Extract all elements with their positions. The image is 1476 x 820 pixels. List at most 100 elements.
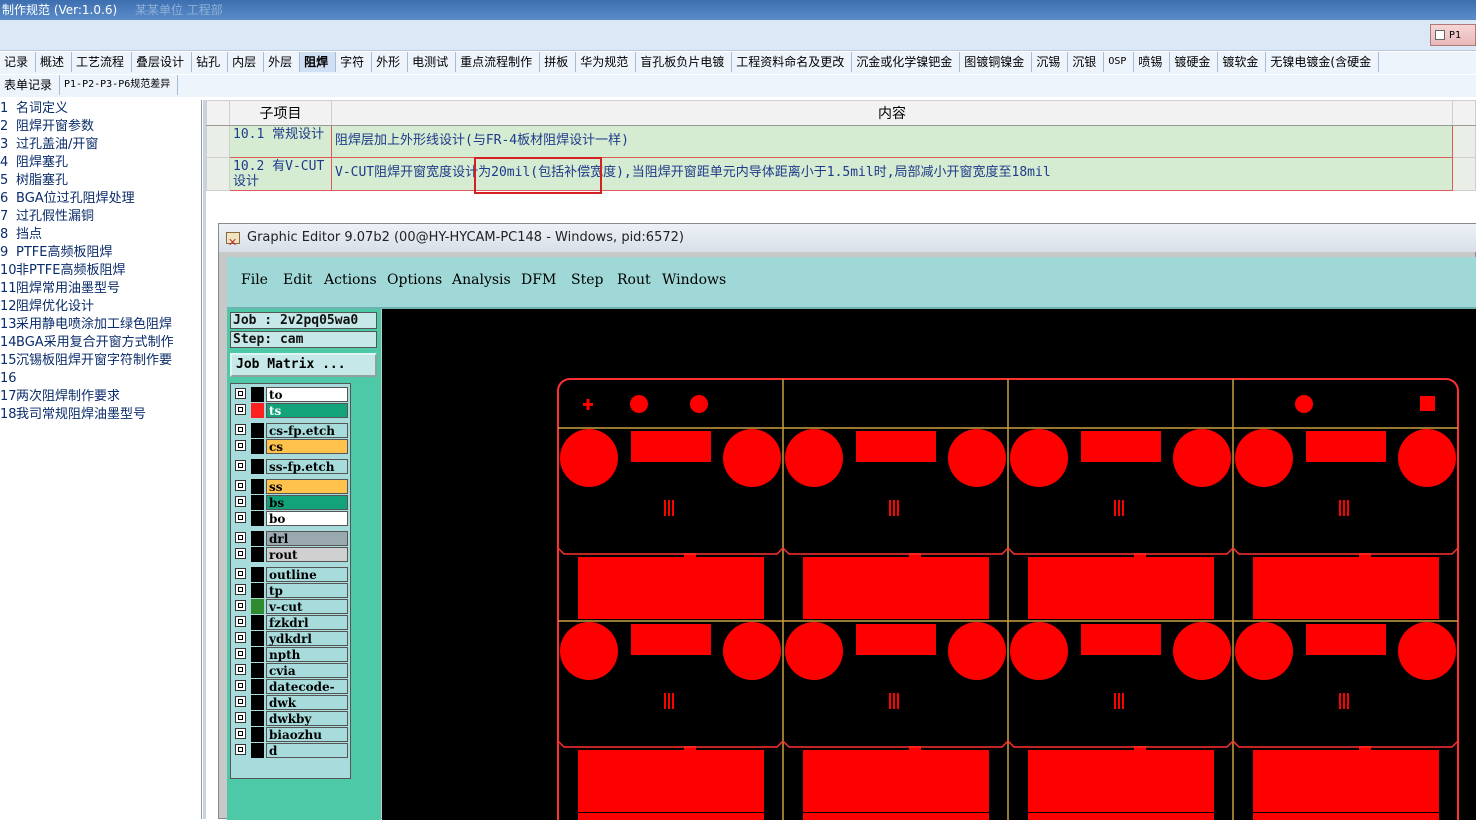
layer-checkbox[interactable] xyxy=(235,648,246,659)
tab-7[interactable]: 阻焊 xyxy=(300,52,337,72)
list-item[interactable]: 12阻焊优化设计 xyxy=(0,298,201,316)
layer-checkbox[interactable] xyxy=(235,404,246,415)
menu-edit[interactable]: Edit xyxy=(283,272,312,288)
list-item[interactable]: 16 xyxy=(0,370,201,388)
splitter-bar[interactable] xyxy=(203,100,206,819)
menu-step[interactable]: Step xyxy=(571,272,603,288)
tab-22[interactable]: 镀硬金 xyxy=(1170,52,1219,72)
tab-4[interactable]: 钻孔 xyxy=(192,52,229,72)
menu-rout[interactable]: Rout xyxy=(617,272,651,288)
tab-12[interactable]: 拼板 xyxy=(540,52,577,72)
column-header-content[interactable]: 内容 xyxy=(331,100,1453,126)
list-item[interactable]: 18我司常规阻焊油墨型号 xyxy=(0,406,201,424)
layer-row-biaozhu[interactable]: biaozhu xyxy=(233,727,350,742)
list-item[interactable]: 14BGA采用复合开窗方式制作 xyxy=(0,334,201,352)
layer-row-drl[interactable]: drl xyxy=(233,531,350,546)
layer-row-ss[interactable]: ss xyxy=(233,479,350,494)
layer-row-dwk[interactable]: dwk xyxy=(233,695,350,710)
job-matrix-button[interactable]: Job Matrix ... xyxy=(230,353,377,377)
list-item[interactable]: 11阻焊常用油墨型号 xyxy=(0,280,201,298)
table-row[interactable]: 10.2 有V-CUT设计 V-CUT阻焊开窗宽度设计为20mil(包括补偿宽度… xyxy=(206,157,1476,191)
layer-row-datecode-to[interactable]: datecode-to xyxy=(233,679,350,708)
tab-19[interactable]: 沉银 xyxy=(1068,52,1105,72)
layer-checkbox[interactable] xyxy=(235,664,246,675)
list-item[interactable]: 5 树脂塞孔 xyxy=(0,172,201,190)
layer-row-bo[interactable]: bo xyxy=(233,511,350,526)
tab-3[interactable]: 叠层设计 xyxy=(132,52,193,72)
list-item[interactable]: 13采用静电喷涂加工绿色阻焊 xyxy=(0,316,201,334)
layer-checkbox[interactable] xyxy=(235,680,246,691)
tab-20[interactable]: OSP xyxy=(1104,52,1135,72)
layer-row-cs-fp.etch[interactable]: cs-fp.etch xyxy=(233,423,350,438)
list-item[interactable]: 17两次阻焊制作要求 xyxy=(0,388,201,406)
tab-9[interactable]: 外形 xyxy=(372,52,409,72)
layer-row-npth[interactable]: npth xyxy=(233,647,350,662)
list-item[interactable]: 15沉锡板阻焊开窗字符制作要 xyxy=(0,352,201,370)
tab-18[interactable]: 沉锡 xyxy=(1032,52,1069,72)
tab-6[interactable]: 外层 xyxy=(264,52,301,72)
subtab-1[interactable]: P1-P2-P3-P6规范差异 xyxy=(60,75,179,95)
layer-row-outline[interactable]: outline xyxy=(233,567,350,582)
layer-row-tp[interactable]: tp xyxy=(233,583,350,598)
graphics-canvas[interactable] xyxy=(382,309,1476,820)
tab-17[interactable]: 图镀铜镍金 xyxy=(960,52,1033,72)
list-item[interactable]: 2 阻焊开窗参数 xyxy=(0,118,201,136)
layer-checkbox[interactable] xyxy=(235,616,246,627)
tab-21[interactable]: 喷锡 xyxy=(1134,52,1171,72)
p1-button[interactable]: P1 xyxy=(1430,24,1476,46)
tab-1[interactable]: 概述 xyxy=(36,52,73,72)
tab-13[interactable]: 华为规范 xyxy=(576,52,637,72)
sub-item-cell[interactable]: 10.2 有V-CUT设计 xyxy=(229,157,332,191)
layer-checkbox[interactable] xyxy=(235,548,246,559)
tab-23[interactable]: 镀软金 xyxy=(1218,52,1267,72)
layer-row-rout[interactable]: rout xyxy=(233,547,350,562)
tab-16[interactable]: 沉金或化学镍钯金 xyxy=(852,52,961,72)
layer-checkbox[interactable] xyxy=(235,728,246,739)
layer-row-d[interactable]: d xyxy=(233,743,350,758)
menu-file[interactable]: File xyxy=(241,272,268,288)
layer-checkbox[interactable] xyxy=(235,744,246,755)
layer-checkbox[interactable] xyxy=(235,480,246,491)
layer-row-fzkdrl[interactable]: fzkdrl xyxy=(233,615,350,630)
layer-checkbox[interactable] xyxy=(235,440,246,451)
layer-checkbox[interactable] xyxy=(235,584,246,595)
layer-checkbox[interactable] xyxy=(235,532,246,543)
layer-row-to[interactable]: to xyxy=(233,387,350,402)
tab-8[interactable]: 字符 xyxy=(336,52,373,72)
menu-windows[interactable]: Windows xyxy=(662,272,726,288)
layer-row-ss-fp.etch[interactable]: ss-fp.etch xyxy=(233,459,350,474)
editor-title-bar[interactable]: Graphic Editor 9.07b2 (00@HY-HYCAM-PC148… xyxy=(219,224,1476,257)
list-item[interactable]: 10非PTFE高频板阻焊 xyxy=(0,262,201,280)
tab-10[interactable]: 电测试 xyxy=(408,52,457,72)
list-item[interactable]: 6 BGA位过孔阻焊处理 xyxy=(0,190,201,208)
tab-5[interactable]: 内层 xyxy=(228,52,265,72)
content-cell[interactable]: 阻焊层加上外形线设计(与FR-4板材阻焊设计一样) xyxy=(331,125,1453,158)
layer-checkbox[interactable] xyxy=(235,388,246,399)
layer-checkbox[interactable] xyxy=(235,460,246,471)
list-item[interactable]: 1 名词定义 xyxy=(0,100,201,118)
menu-dfm[interactable]: DFM xyxy=(521,272,556,288)
column-header-sub[interactable]: 子项目 xyxy=(229,100,332,126)
layer-checkbox[interactable] xyxy=(235,696,246,707)
subtab-0[interactable]: 表单记录 xyxy=(0,75,61,95)
layer-checkbox[interactable] xyxy=(235,496,246,507)
list-item[interactable]: 4 阻焊塞孔 xyxy=(0,154,201,172)
layer-checkbox[interactable] xyxy=(235,424,246,435)
layer-row-ydkdrl[interactable]: ydkdrl xyxy=(233,631,350,646)
layer-row-ts[interactable]: ts xyxy=(233,403,350,418)
tab-15[interactable]: 工程资料命名及更改 xyxy=(732,52,853,72)
menu-options[interactable]: Options xyxy=(387,272,442,288)
layer-row-dwkby[interactable]: dwkby xyxy=(233,711,350,726)
tab-24[interactable]: 无镍电镀金(含硬金 xyxy=(1266,52,1380,72)
layer-row-cvia[interactable]: cvia xyxy=(233,663,350,678)
list-item[interactable]: 8 挡点 xyxy=(0,226,201,244)
layer-checkbox[interactable] xyxy=(235,568,246,579)
layer-checkbox[interactable] xyxy=(235,632,246,643)
list-item[interactable]: 7 过孔假性漏铜 xyxy=(0,208,201,226)
list-item[interactable]: 3 过孔盖油/开窗 xyxy=(0,136,201,154)
layer-checkbox[interactable] xyxy=(235,712,246,723)
menu-actions[interactable]: Actions xyxy=(324,272,377,288)
table-row[interactable]: 10.1 常规设计 阻焊层加上外形线设计(与FR-4板材阻焊设计一样) xyxy=(206,125,1476,158)
layer-row-cs[interactable]: cs xyxy=(233,439,350,454)
layer-checkbox[interactable] xyxy=(235,600,246,611)
